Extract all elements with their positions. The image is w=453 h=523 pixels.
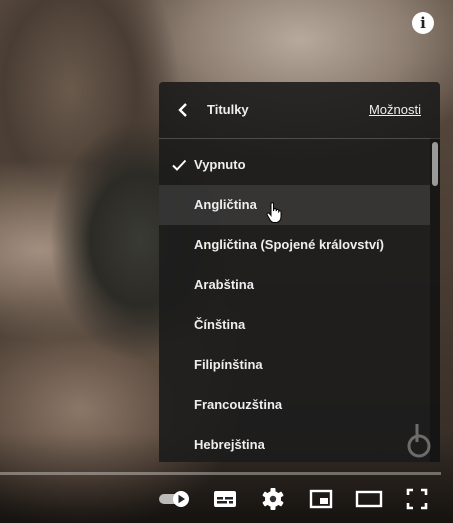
subtitles-icon [214,491,236,507]
subtitle-option-french[interactable]: Francouzština [159,385,430,425]
options-link[interactable]: Možnosti [369,102,421,117]
miniplayer-button[interactable] [304,482,338,516]
subtitle-option-filipino[interactable]: Filipínština [159,345,430,385]
chevron-left-icon[interactable] [175,101,193,119]
subtitle-option-label: Francouzština [194,397,283,412]
subtitle-option-label: Angličtina [194,197,257,212]
autoplay-toggle-icon [159,491,189,507]
subtitle-option-label: Hebrejština [194,437,265,452]
player-controls [0,482,453,516]
settings-button[interactable] [256,482,290,516]
autoplay-toggle[interactable] [157,482,193,516]
subtitle-option-label: Arabština [194,277,254,292]
miniplayer-icon [309,489,333,509]
subtitle-option-label: Angličtina (Spojené království) [194,237,384,252]
fullscreen-icon [406,488,428,510]
info-icon[interactable]: i [412,12,434,34]
menu-title: Titulky [207,102,249,117]
scrollbar-thumb[interactable] [432,142,438,186]
theater-mode-icon [355,490,383,508]
channel-watermark-icon [407,424,431,458]
subtitle-option-label: Čínština [194,317,246,332]
menu-scrollbar[interactable] [430,138,440,462]
theater-mode-button[interactable] [352,482,386,516]
subtitle-option-off[interactable]: Vypnuto [159,145,430,185]
checkmark-icon [172,159,187,171]
subtitle-option-english[interactable]: Angličtina [159,185,430,225]
subtitles-menu: Titulky Možnosti Vypnuto Angličtina Angl… [159,82,440,462]
subtitle-option-label: Filipínština [194,357,263,372]
subtitle-option-arabic[interactable]: Arabština [159,265,430,305]
hand-cursor-icon [266,202,282,223]
subtitle-option-label: Vypnuto [194,157,246,172]
subtitle-option-chinese[interactable]: Čínština [159,305,430,345]
subtitle-option-hebrew[interactable]: Hebrejština [159,425,430,462]
subtitle-option-english-uk[interactable]: Angličtina (Spojené království) [159,225,430,265]
progress-bar[interactable] [0,472,441,475]
menu-header: Titulky Možnosti [159,82,440,139]
fullscreen-button[interactable] [400,482,434,516]
subtitle-options-list: Vypnuto Angličtina Angličtina (Spojené k… [159,145,430,462]
gear-icon [262,488,284,510]
subtitles-button[interactable] [208,482,242,516]
